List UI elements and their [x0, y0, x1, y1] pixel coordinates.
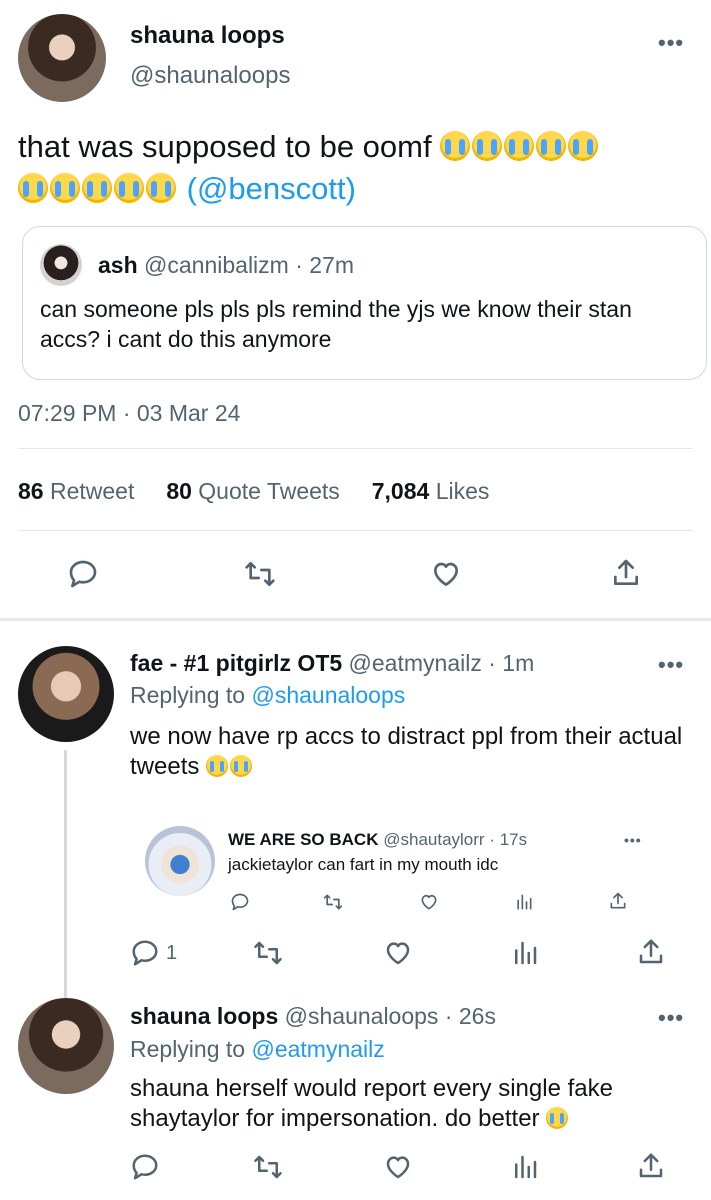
avatar[interactable]	[18, 998, 114, 1094]
thread-line	[64, 750, 67, 998]
avatar[interactable]	[18, 14, 106, 102]
embedded-header: WE ARE SO BACK @shautaylorr · 17s	[228, 830, 527, 850]
quoted-text: can someone pls pls pls remind the yjs w…	[40, 296, 632, 352]
retweet-icon[interactable]	[252, 938, 284, 968]
reply-handle[interactable]: @eatmynailz	[349, 650, 482, 676]
quotes-stat[interactable]: 80 Quote Tweets	[166, 478, 339, 504]
reply-icon	[130, 938, 160, 968]
reply-display-name[interactable]: shauna loops	[130, 1003, 278, 1029]
avatar	[145, 826, 215, 896]
tweet-body: that was supposed to be oomf	[18, 129, 432, 164]
analytics-icon	[514, 892, 534, 912]
share-icon[interactable]	[636, 1150, 666, 1182]
divider	[18, 448, 693, 449]
reply-handle[interactable]: @shaunaloops	[285, 1003, 439, 1029]
embedded-text: jackietaylor can fart in my mouth idc	[228, 855, 499, 874]
replying-to: Replying to @shaunaloops	[130, 682, 406, 708]
replying-to-link[interactable]: @shaunaloops	[251, 682, 405, 708]
reply-count: 1	[166, 941, 178, 964]
share-icon[interactable]	[610, 556, 642, 590]
retweets-stat[interactable]: 86 Retweet	[18, 478, 134, 504]
reply-button[interactable]: 1	[130, 938, 177, 968]
display-name[interactable]: shauna loops	[130, 22, 285, 50]
retweet-icon[interactable]	[252, 1152, 284, 1182]
analytics-icon[interactable]	[510, 1152, 540, 1182]
reply-display-name[interactable]: fae - #1 pitgirlz OT5	[130, 650, 342, 676]
tweet-text: that was supposed to be oomf (@benscott)	[18, 126, 698, 210]
avatar[interactable]	[18, 646, 114, 742]
reply-icon	[230, 892, 250, 912]
tweet-stats: 86 Retweet 80 Quote Tweets 7,084 Likes	[18, 478, 489, 505]
reply-icon[interactable]	[66, 558, 100, 590]
embedded-time: · 17s	[489, 830, 528, 849]
more-horizontal-icon: •••	[624, 832, 642, 848]
handle[interactable]: @shaunaloops	[130, 62, 290, 90]
more-horizontal-icon[interactable]: •••	[658, 1005, 684, 1031]
crying-emoji-icon	[440, 129, 600, 164]
reply-time: · 26s	[444, 1003, 496, 1029]
quoted-handle: @cannibalizm	[144, 252, 289, 278]
more-horizontal-icon[interactable]: •••	[658, 30, 684, 56]
like-icon	[418, 892, 440, 912]
reply-text: shauna herself would report every single…	[130, 1075, 613, 1132]
reply-text: we now have rp accs to distract ppl from…	[130, 723, 683, 780]
mention-link[interactable]: (@benscott)	[187, 171, 356, 206]
quoted-time: · 27m	[295, 252, 355, 278]
timestamp[interactable]: 07:29 PM · 03 Mar 24	[18, 400, 240, 427]
share-icon[interactable]	[636, 936, 666, 968]
share-icon	[608, 890, 628, 912]
reply-header: shauna loops @shaunaloops · 26s	[130, 1003, 496, 1030]
crying-emoji-icon	[206, 753, 254, 780]
reply-icon[interactable]	[130, 1152, 160, 1182]
crying-emoji-icon	[18, 171, 178, 206]
embedded-handle: @shautaylorr	[383, 830, 485, 849]
quoted-header: ash @cannibalizm · 27m	[98, 252, 354, 279]
retweet-icon	[322, 892, 344, 912]
likes-stat[interactable]: 7,084 Likes	[372, 478, 490, 504]
divider	[18, 530, 693, 531]
avatar	[40, 244, 82, 286]
more-horizontal-icon[interactable]: •••	[658, 652, 684, 678]
retweet-icon[interactable]	[242, 558, 278, 590]
replying-to-link[interactable]: @eatmynailz	[251, 1036, 384, 1062]
analytics-icon[interactable]	[510, 938, 540, 968]
embedded-display-name: WE ARE SO BACK	[228, 830, 379, 849]
reply-time: · 1m	[488, 650, 535, 676]
quoted-display-name: ash	[98, 252, 138, 278]
like-icon[interactable]	[382, 1152, 414, 1182]
replying-to: Replying to @eatmynailz	[130, 1036, 385, 1062]
like-icon[interactable]	[428, 558, 464, 590]
reply-header: fae - #1 pitgirlz OT5 @eatmynailz · 1m	[130, 650, 534, 677]
section-divider	[0, 618, 711, 621]
like-icon[interactable]	[382, 938, 414, 968]
crying-emoji-icon	[546, 1105, 570, 1132]
